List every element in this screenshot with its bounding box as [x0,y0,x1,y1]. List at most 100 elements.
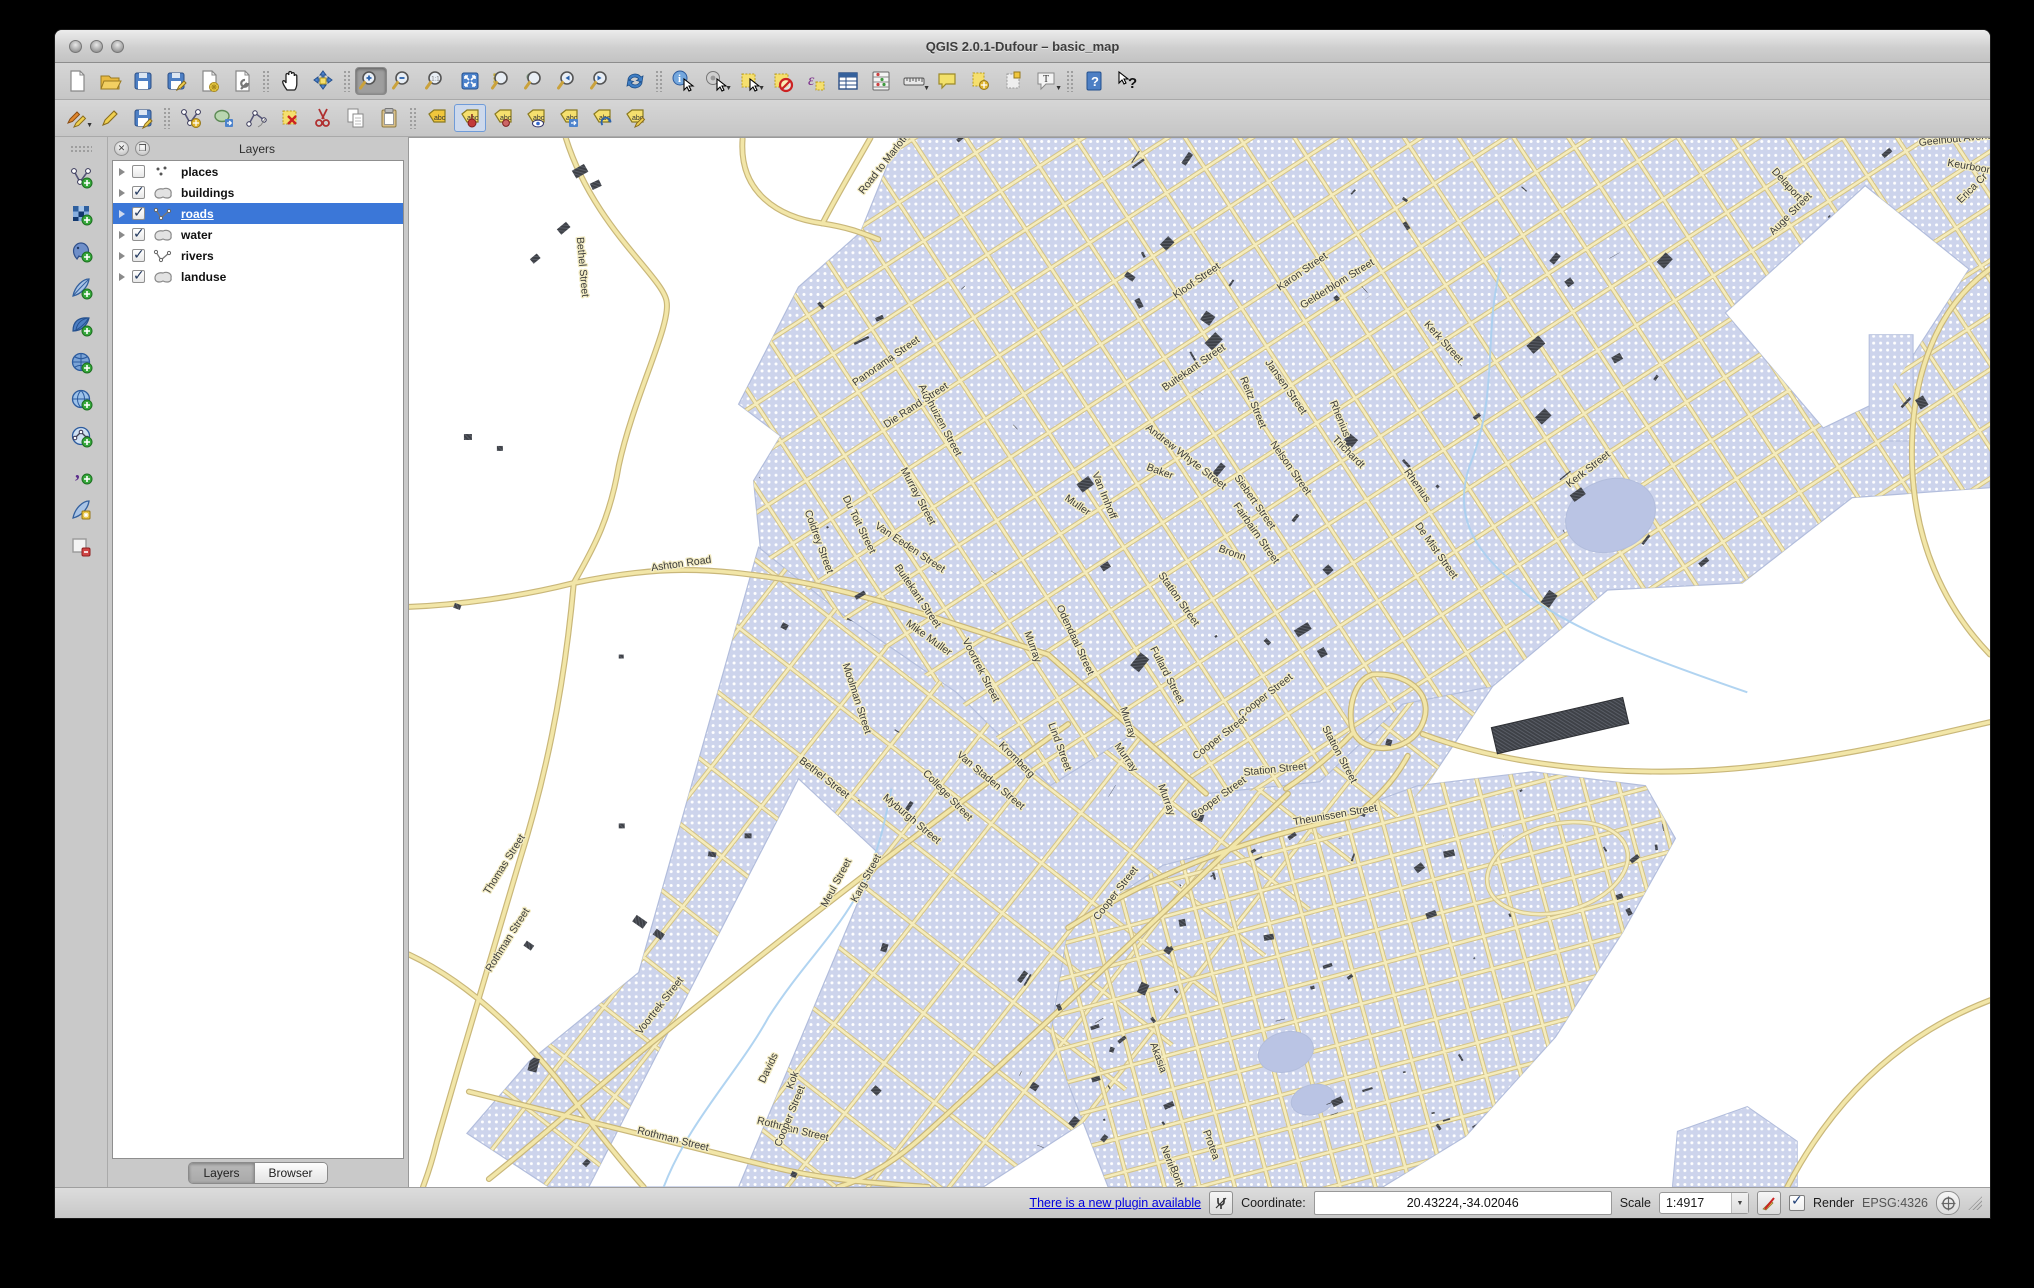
composer-manager-button[interactable] [226,67,258,95]
add-spatialite-layer-button[interactable] [64,273,98,303]
paste-features-button[interactable] [373,104,405,132]
show-hide-labels-button[interactable]: abc [520,104,552,132]
panel-close-icon[interactable]: ✕ [114,141,129,156]
panel-float-icon[interactable]: ❐ [135,141,150,156]
add-vector-layer-button[interactable] [64,162,98,192]
title-bar[interactable]: QGIS 2.0.1-Dufour – basic_map [55,30,1990,63]
layer-item-landuse[interactable]: landuse [113,266,403,287]
zoom-to-selection-button[interactable] [487,67,519,95]
expand-arrow-icon[interactable] [119,210,125,218]
minimize-window-button[interactable] [90,40,103,53]
refresh-map-button[interactable] [619,67,651,95]
change-label-button[interactable]: abc [619,104,651,132]
pan-to-selection-button[interactable] [307,67,339,95]
scale-dropdown-icon[interactable]: ▼ [1731,1193,1748,1213]
zoom-last-button[interactable] [553,67,585,95]
layer-item-places[interactable]: places [113,161,403,182]
add-postgis-layer-button[interactable] [64,236,98,266]
save-project-button[interactable] [127,67,159,95]
layer-item-rivers[interactable]: rivers [113,245,403,266]
expand-arrow-icon[interactable] [119,273,125,281]
remove-layer-button[interactable] [64,532,98,562]
current-edits-button[interactable]: ▼ [61,104,93,132]
field-calculator-button[interactable] [865,67,897,95]
rotate-label-button[interactable]: abc [586,104,618,132]
delete-selected-button[interactable] [274,104,306,132]
add-raster-layer-button[interactable] [64,199,98,229]
layer-visibility-checkbox[interactable] [132,207,145,220]
cut-features-button[interactable] [307,104,339,132]
tab-browser[interactable]: Browser [254,1163,327,1183]
layer-visibility-checkbox[interactable] [132,249,145,262]
layer-visibility-checkbox[interactable] [132,186,145,199]
layer-item-water[interactable]: water [113,224,403,245]
add-mssql-layer-button[interactable] [64,310,98,340]
open-attribute-table-button[interactable] [832,67,864,95]
layer-name: places [181,165,218,179]
layer-visibility-checkbox[interactable] [132,228,145,241]
show-bookmarks-button[interactable] [997,67,1029,95]
expand-arrow-icon[interactable] [119,231,125,239]
help-contents-button[interactable]: ? [1078,67,1110,95]
zoom-full-button[interactable] [454,67,486,95]
new-shapefile-layer-button[interactable] [64,495,98,525]
crs-status-icon[interactable] [1936,1191,1960,1215]
layer-item-roads[interactable]: roads [113,203,403,224]
layer-visibility-checkbox[interactable] [132,165,145,178]
deselect-features-button[interactable] [766,67,798,95]
show-pinned-labels-button[interactable]: abc [487,104,519,132]
expand-arrow-icon[interactable] [119,168,125,176]
zoom-window-button[interactable] [111,40,124,53]
new-bookmark-button[interactable] [964,67,996,95]
plugin-icon[interactable] [1209,1191,1233,1215]
delete-selected-icon [278,106,302,130]
add-wfs-layer-button[interactable] [64,421,98,451]
add-postgis-layer-icon [69,239,93,263]
select-features-button[interactable]: ▼ [733,67,765,95]
zoom-to-layer-button[interactable] [520,67,552,95]
layer-symbol-icon [152,270,174,284]
open-project-button[interactable] [94,67,126,95]
map-canvas[interactable]: Road to Marloth NatureAshton RoadBethel … [408,137,1990,1187]
expand-arrow-icon[interactable] [119,189,125,197]
zoom-in-button[interactable] [355,67,387,95]
layer-visibility-checkbox[interactable] [132,270,145,283]
close-window-button[interactable] [69,40,82,53]
toolbar-handle[interactable] [70,145,92,153]
move-feature-button[interactable] [208,104,240,132]
expand-arrow-icon[interactable] [119,252,125,260]
toggle-editing-button[interactable] [94,104,126,132]
zoom-out-button[interactable] [388,67,420,95]
move-label-button[interactable]: abc [553,104,585,132]
new-project-button[interactable] [61,67,93,95]
layer-item-buildings[interactable]: buildings [113,182,403,203]
save-project-as-button[interactable] [160,67,192,95]
whats-this-button[interactable]: ? [1111,67,1143,95]
pan-map-button[interactable] [274,67,306,95]
copy-features-button[interactable] [340,104,372,132]
node-tool-button[interactable] [241,104,273,132]
tab-layers[interactable]: Layers [189,1163,253,1183]
scale-combobox[interactable]: 1:4917 ▼ [1659,1192,1749,1214]
add-feature-button[interactable] [175,104,207,132]
identify-features-button[interactable]: i [667,67,699,95]
measure-line-button[interactable]: ▼ [898,67,930,95]
select-by-expression-button[interactable]: ε [799,67,831,95]
stop-render-icon[interactable] [1757,1191,1781,1215]
render-checkbox[interactable] [1789,1195,1805,1211]
new-label-button[interactable]: abc [421,104,453,132]
new-print-composer-button[interactable] [193,67,225,95]
new-plugin-link[interactable]: There is a new plugin available [1029,1196,1201,1210]
run-feature-action-button[interactable]: ▼ [700,67,732,95]
add-wms-layer-button[interactable] [64,347,98,377]
text-annotation-button[interactable]: T▼ [1030,67,1062,95]
resize-grip[interactable] [1968,1196,1982,1210]
zoom-next-button[interactable] [586,67,618,95]
add-delimited-text-layer-button[interactable]: , [64,458,98,488]
zoom-native-button[interactable]: 1:1 [421,67,453,95]
pin-labels-button[interactable]: abc [454,104,486,132]
map-tips-button[interactable] [931,67,963,95]
coordinate-input[interactable] [1314,1191,1612,1215]
save-layer-edits-button[interactable] [127,104,159,132]
add-wcs-layer-button[interactable] [64,384,98,414]
